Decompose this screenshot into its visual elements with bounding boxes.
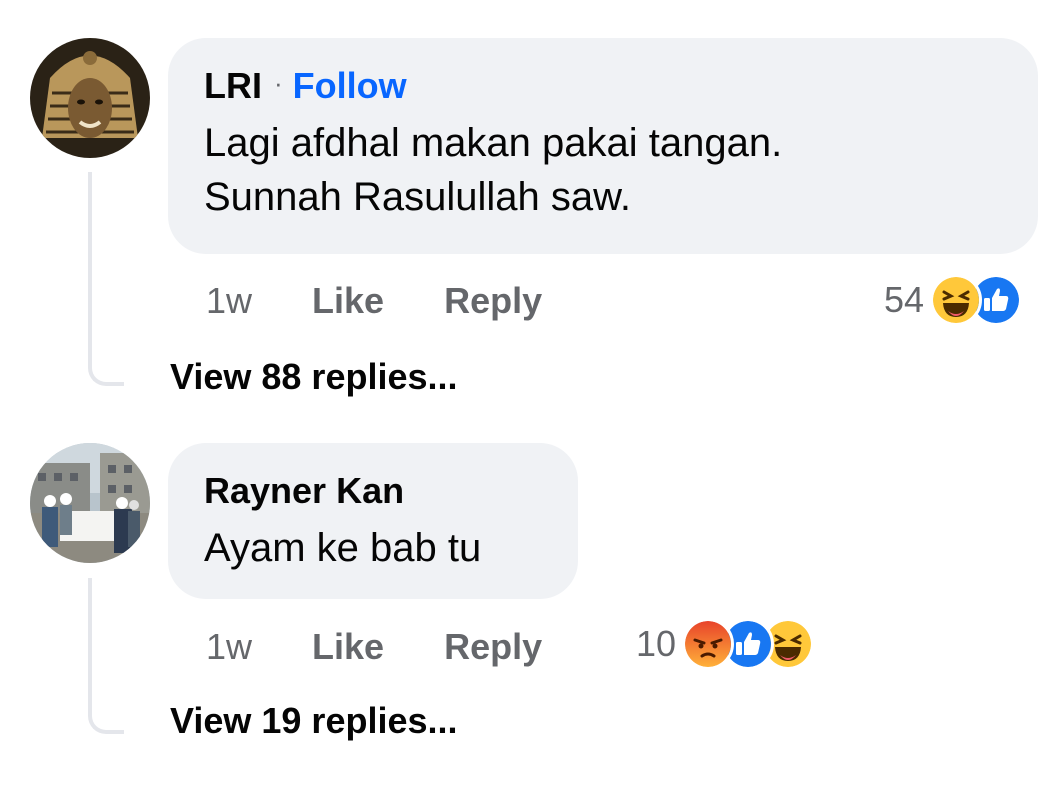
- comment-author[interactable]: LRI: [204, 65, 262, 106]
- comment-text-line: Ayam ke bab tu: [204, 526, 482, 570]
- avatar-image: [30, 38, 150, 158]
- comment-actions: 1w Like Reply: [206, 626, 542, 668]
- comment-bubble: LRI · Follow Lagi afdhal makan pakai tanga…: [168, 38, 1038, 254]
- thread-line: [88, 172, 124, 386]
- comment-text: Lagi afdhal makan pakai tangan. Sunnah R…: [204, 116, 1002, 224]
- comment-timestamp[interactable]: 1w: [206, 280, 252, 322]
- reaction-count: 54: [884, 279, 925, 320]
- avatar-image: [30, 443, 150, 563]
- comment-header: Rayner Kan: [204, 469, 542, 513]
- view-replies-link[interactable]: View 88 replies...: [170, 356, 458, 398]
- reaction-summary[interactable]: 54: [884, 274, 1023, 326]
- reaction-count: 10: [636, 623, 677, 664]
- separator-dot: ·: [274, 68, 283, 98]
- like-button[interactable]: Like: [312, 626, 384, 668]
- angry-icon: [682, 618, 735, 670]
- view-replies-link[interactable]: View 19 replies...: [170, 700, 458, 742]
- comment-text-line: Sunnah Rasulullah saw.: [204, 175, 631, 219]
- avatar[interactable]: [30, 38, 150, 158]
- haha-icon: [930, 274, 983, 326]
- comment-actions: 1w Like Reply: [206, 280, 542, 322]
- comment-text: Ayam ke bab tu: [204, 521, 542, 575]
- comment-header: LRI · Follow: [204, 64, 1002, 108]
- comment-text-line: Lagi afdhal makan pakai tangan.: [204, 121, 783, 165]
- like-button[interactable]: Like: [312, 280, 384, 322]
- comment-timestamp[interactable]: 1w: [206, 626, 252, 668]
- thread-line: [88, 578, 124, 734]
- reply-button[interactable]: Reply: [444, 626, 542, 668]
- comment-author[interactable]: Rayner Kan: [204, 470, 404, 511]
- avatar[interactable]: [30, 443, 150, 563]
- comment-bubble: Rayner Kan Ayam ke bab tu: [168, 443, 578, 599]
- follow-button[interactable]: Follow: [293, 65, 407, 106]
- reaction-summary[interactable]: 10: [636, 618, 815, 670]
- reply-button[interactable]: Reply: [444, 280, 542, 322]
